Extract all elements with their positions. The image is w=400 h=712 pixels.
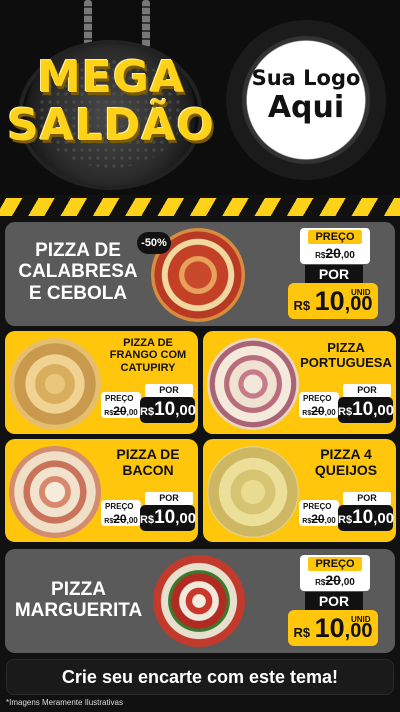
old-price-dec: ,00 — [340, 577, 355, 588]
pizza-image — [9, 338, 101, 430]
new-price-int: 10 — [314, 613, 345, 643]
new-price: R$10,00 — [338, 397, 395, 423]
old-price-currency: R$ — [315, 251, 326, 260]
product-card-4-queijos[interactable]: PIZZA 4 QUEIJOS PREÇO R$20,00 POR R$10,0… — [203, 439, 396, 542]
pizza-image — [153, 555, 245, 647]
pizza-image — [9, 446, 101, 538]
new-price: R$ 10,00 UNID — [288, 610, 378, 646]
old-price: R$20,00 — [101, 512, 141, 526]
old-price-int: 20 — [311, 404, 325, 418]
old-price-int: 20 — [325, 245, 341, 261]
header: MEGA SALDÃO Sua Logo Aqui — [0, 0, 400, 195]
new-price: R$10,00 — [140, 505, 197, 531]
product-name: PIZZA MARGUERITA — [14, 579, 143, 622]
product-name: PIZZA 4 QUEIJOS — [314, 446, 378, 478]
old-price: R$20,00 — [299, 512, 339, 526]
price-label: PREÇO — [303, 502, 332, 511]
new-price-int: 10 — [154, 507, 176, 528]
old-price-int: 20 — [325, 572, 341, 588]
new-price-currency: R$ — [338, 406, 353, 418]
old-price-dec: ,00 — [126, 516, 138, 525]
new-price-currency: R$ — [338, 514, 353, 526]
disclaimer-text: *Imagens Meramente Ilustrativas — [6, 698, 123, 707]
product-card-portuguesa[interactable]: PIZZA PORTUGUESA PREÇO R$20,00 POR R$10,… — [203, 331, 396, 434]
new-price: R$ 10,00 UNID — [288, 283, 378, 319]
new-price-dec: ,00 — [373, 510, 395, 527]
new-price-int: 10 — [352, 399, 374, 420]
cta-button[interactable]: Crie seu encarte com este tema! — [6, 659, 394, 695]
chain-right — [142, 0, 150, 50]
por-label: POR — [145, 384, 193, 397]
new-price: R$10,00 — [140, 397, 197, 423]
new-price-int: 10 — [314, 286, 345, 316]
old-price-dec: ,00 — [126, 408, 138, 417]
price-label: PREÇO — [308, 230, 362, 244]
price-label: PREÇO — [308, 557, 362, 571]
old-price-dec: ,00 — [340, 250, 355, 261]
product-card-frango[interactable]: PIZZA DE FRANGO COM CATUPIRY PREÇO R$20,… — [5, 331, 198, 434]
product-card-bacon[interactable]: PIZZA DE BACON PREÇO R$20,00 POR R$10,00 — [5, 439, 198, 542]
old-price-currency: R$ — [302, 518, 312, 525]
product-card-calabresa[interactable]: PIZZA DE CALABRESA E CEBOLA PREÇO R$20,0… — [5, 222, 395, 326]
new-price: R$10,00 — [338, 505, 395, 531]
price-label: PREÇO — [303, 394, 332, 403]
old-price-currency: R$ — [104, 518, 114, 525]
unit-label: UNID — [351, 615, 371, 624]
price-label: PREÇO — [105, 394, 134, 403]
new-price-int: 10 — [154, 399, 176, 420]
new-price-currency: R$ — [293, 298, 311, 313]
new-price-dec: ,00 — [175, 510, 197, 527]
old-price-dec: ,00 — [324, 408, 336, 417]
hazard-stripe — [0, 198, 400, 216]
logo-text-line1: Sua Logo — [251, 66, 361, 90]
product-name: PIZZA DE FRANGO COM CATUPIRY — [109, 337, 187, 374]
price-label: PREÇO — [105, 502, 134, 511]
por-label: POR — [343, 384, 391, 397]
new-price-currency: R$ — [140, 406, 155, 418]
old-price-dec: ,00 — [324, 516, 336, 525]
old-price-int: 20 — [113, 404, 127, 418]
por-label: POR — [343, 492, 391, 505]
discount-badge: -50% — [137, 232, 171, 254]
pizza-image — [207, 338, 299, 430]
logo-text-line2: Aqui — [267, 90, 345, 125]
old-price-currency: R$ — [315, 578, 326, 587]
old-price: R$20,00 — [101, 404, 141, 418]
old-price-int: 20 — [311, 512, 325, 526]
product-name: PIZZA PORTUGUESA — [300, 340, 392, 370]
por-label: POR — [145, 492, 193, 505]
old-price: R$20,00 — [299, 404, 339, 418]
product-name: PIZZA DE CALABRESA E CEBOLA — [18, 240, 138, 304]
title-line2: SALDÃO — [7, 100, 215, 151]
new-price-currency: R$ — [293, 625, 311, 640]
unit-label: UNID — [351, 288, 371, 297]
old-price-int: 20 — [113, 512, 127, 526]
product-card-marguerita[interactable]: PIZZA MARGUERITA PREÇO R$20,00 POR R$ 10… — [5, 549, 395, 653]
old-price: R$20,00 — [300, 572, 370, 588]
product-name: PIZZA DE BACON — [116, 446, 180, 478]
old-price-currency: R$ — [104, 410, 114, 417]
new-price-int: 10 — [352, 507, 374, 528]
new-price-currency: R$ — [140, 514, 155, 526]
pizza-image — [207, 446, 299, 538]
new-price-dec: ,00 — [175, 402, 197, 419]
old-price-currency: R$ — [302, 410, 312, 417]
old-price: R$20,00 — [300, 245, 370, 261]
new-price-dec: ,00 — [373, 402, 395, 419]
title-line1: MEGA — [36, 52, 185, 103]
